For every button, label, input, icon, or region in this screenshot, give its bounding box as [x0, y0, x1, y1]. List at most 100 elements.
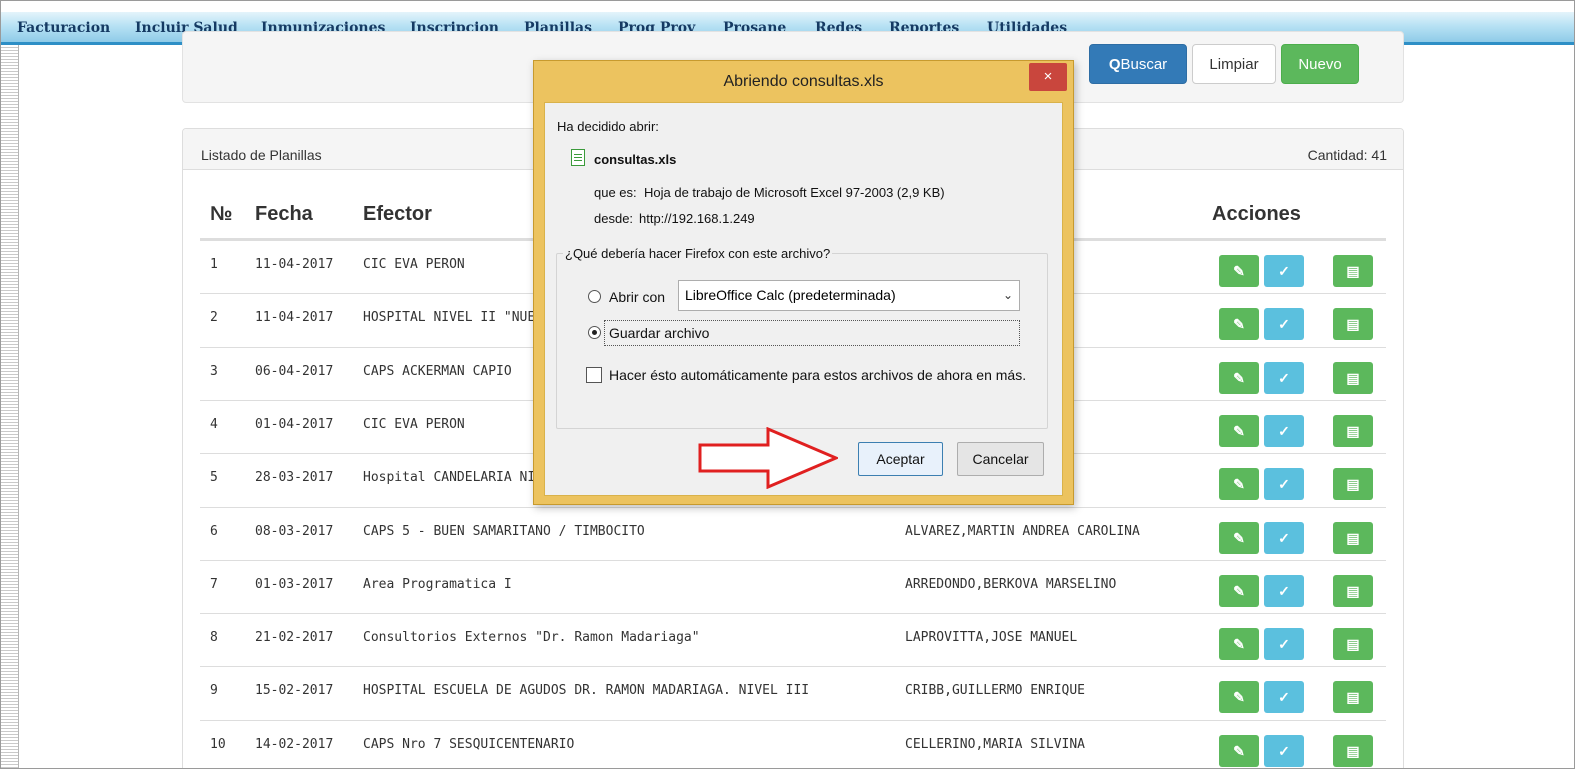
row-number: 7	[210, 576, 218, 592]
view-list-button[interactable]: ▤	[1333, 734, 1373, 767]
view-list-button[interactable]: ▤	[1333, 361, 1373, 394]
accept-button[interactable]: Aceptar	[858, 442, 943, 476]
edit-row-button[interactable]: ✎	[1219, 255, 1259, 287]
edit-icon: ✎	[1233, 636, 1245, 653]
edit-row-button[interactable]: ✎	[1219, 414, 1259, 447]
confirm-row-button[interactable]: ✓	[1264, 681, 1304, 714]
edit-icon: ✎	[1233, 529, 1245, 546]
view-list-button[interactable]: ▤	[1333, 308, 1373, 341]
chevron-down-icon: ⌄	[1002, 288, 1013, 302]
save-file-radio[interactable]	[588, 326, 601, 339]
row-responsable: LAPROVITTA,JOSE MANUEL	[905, 630, 1078, 646]
action-question: ¿Qué debería hacer Firefox con este arch…	[563, 246, 833, 261]
confirm-row-button[interactable]: ✓	[1264, 255, 1304, 287]
check-icon: ✓	[1278, 529, 1290, 546]
check-icon: ✓	[1278, 316, 1290, 333]
edit-icon: ✎	[1233, 742, 1245, 759]
check-icon: ✓	[1278, 636, 1290, 653]
row-number: 8	[210, 630, 218, 646]
confirm-row-button[interactable]: ✓	[1264, 521, 1304, 554]
dialog-title: Abriendo consultas.xls	[723, 73, 884, 90]
list-icon: ▤	[1346, 582, 1360, 599]
file-type-label: que es:	[594, 185, 637, 200]
list-icon: ▤	[1346, 263, 1360, 279]
row-number: 6	[210, 523, 218, 539]
row-number: 3	[210, 363, 218, 379]
row-responsable: ALVAREZ,MARTIN ANDREA CAROLINA	[905, 523, 1140, 539]
buscar-button[interactable]: QBuscar	[1089, 44, 1187, 84]
edit-row-button[interactable]: ✎	[1219, 734, 1259, 767]
row-fecha: 15-02-2017	[255, 683, 334, 699]
view-list-button[interactable]: ▤	[1333, 414, 1373, 447]
row-efector: HOSPITAL ESCUELA DE AGUDOS DR. RAMON MAD…	[363, 683, 810, 699]
close-icon[interactable]: ×	[1029, 63, 1067, 91]
edit-row-button[interactable]: ✎	[1219, 468, 1259, 501]
list-icon: ▤	[1346, 529, 1360, 546]
search-icon: Q	[1108, 56, 1121, 73]
list-icon: ▤	[1346, 689, 1360, 706]
view-list-button[interactable]: ▤	[1333, 681, 1373, 714]
table-row: 7 01-03-2017 Area Programatica I ARREDONDO,…	[200, 559, 1386, 614]
list-icon: ▤	[1346, 369, 1360, 386]
view-list-button[interactable]: ▤	[1333, 255, 1373, 287]
edit-row-button[interactable]: ✎	[1219, 574, 1259, 607]
confirm-row-button[interactable]: ✓	[1264, 734, 1304, 767]
edit-row-button[interactable]: ✎	[1219, 681, 1259, 714]
column-header-fecha: Fecha	[255, 203, 313, 225]
cancel-button[interactable]: Cancelar	[957, 442, 1044, 476]
decided-label: Ha decidido abrir:	[557, 119, 659, 134]
confirm-row-button[interactable]: ✓	[1264, 628, 1304, 661]
auto-action-checkbox[interactable]	[586, 367, 602, 383]
confirm-row-button[interactable]: ✓	[1264, 414, 1304, 447]
browser-page: Facturacion Incluir Salud Inmunizaciones…	[0, 0, 1575, 769]
table-row: 8 21-02-2017 Consultorios Externos "Dr. Ra…	[200, 613, 1386, 667]
confirm-row-button[interactable]: ✓	[1264, 308, 1304, 341]
edit-icon: ✎	[1233, 689, 1245, 706]
row-number: 9	[210, 683, 218, 699]
confirm-row-button[interactable]: ✓	[1264, 468, 1304, 501]
spreadsheet-file-icon	[571, 149, 585, 166]
confirm-row-button[interactable]: ✓	[1264, 574, 1304, 607]
file-type-value: Hoja de trabajo de Microsoft Excel 97-20…	[644, 185, 945, 200]
edit-row-button[interactable]: ✎	[1219, 521, 1259, 554]
edit-icon: ✎	[1233, 369, 1245, 386]
menu-facturacion[interactable]: Facturacion	[17, 20, 110, 36]
table-row: 10 14-02-2017 CAPS Nro 7 SESQUICENTENARIO C…	[200, 719, 1386, 768]
open-with-radio[interactable]	[588, 290, 601, 303]
nuevo-button[interactable]: Nuevo	[1281, 44, 1359, 84]
row-fecha: 21-02-2017	[255, 630, 334, 646]
list-icon: ▤	[1346, 742, 1360, 759]
row-number: 2	[210, 310, 218, 326]
edit-icon: ✎	[1233, 476, 1245, 493]
row-responsable: CELLERINO,MARIA SILVINA	[905, 736, 1086, 752]
list-icon: ▤	[1346, 316, 1360, 333]
open-with-app-select[interactable]: LibreOffice Calc (predeterminada) ⌄	[678, 280, 1020, 311]
row-efector: CAPS 5 - BUEN SAMARITANO / TIMBOCITO	[363, 523, 645, 539]
edit-row-button[interactable]: ✎	[1219, 361, 1259, 394]
row-efector: CAPS ACKERMAN CAPIO	[363, 363, 512, 379]
table-row: 6 08-03-2017 CAPS 5 - BUEN SAMARITANO / TI…	[200, 506, 1386, 561]
view-list-button[interactable]: ▤	[1333, 468, 1373, 501]
list-icon: ▤	[1346, 636, 1360, 653]
limpiar-button[interactable]: Limpiar	[1192, 44, 1276, 84]
check-icon: ✓	[1278, 263, 1290, 279]
check-icon: ✓	[1278, 476, 1290, 493]
view-list-button[interactable]: ▤	[1333, 628, 1373, 661]
row-fecha: 08-03-2017	[255, 523, 334, 539]
file-name: consultas.xls	[594, 152, 677, 167]
view-list-button[interactable]: ▤	[1333, 521, 1373, 554]
check-icon: ✓	[1278, 369, 1290, 386]
row-efector: CIC EVA PERON	[363, 416, 465, 432]
row-number: 1	[210, 257, 218, 272]
column-header-num: №	[210, 203, 233, 225]
edit-row-button[interactable]: ✎	[1219, 628, 1259, 661]
row-number: 10	[210, 736, 226, 752]
view-list-button[interactable]: ▤	[1333, 574, 1373, 607]
confirm-row-button[interactable]: ✓	[1264, 361, 1304, 394]
edit-row-button[interactable]: ✎	[1219, 308, 1259, 341]
row-efector: CIC EVA PERON	[363, 257, 465, 272]
open-with-label: Abrir con	[609, 289, 666, 305]
edit-icon: ✎	[1233, 263, 1245, 279]
row-efector: Hospital CANDELARIA NI	[363, 470, 536, 486]
row-responsable: CRIBB,GUILLERMO ENRIQUE	[905, 683, 1086, 699]
